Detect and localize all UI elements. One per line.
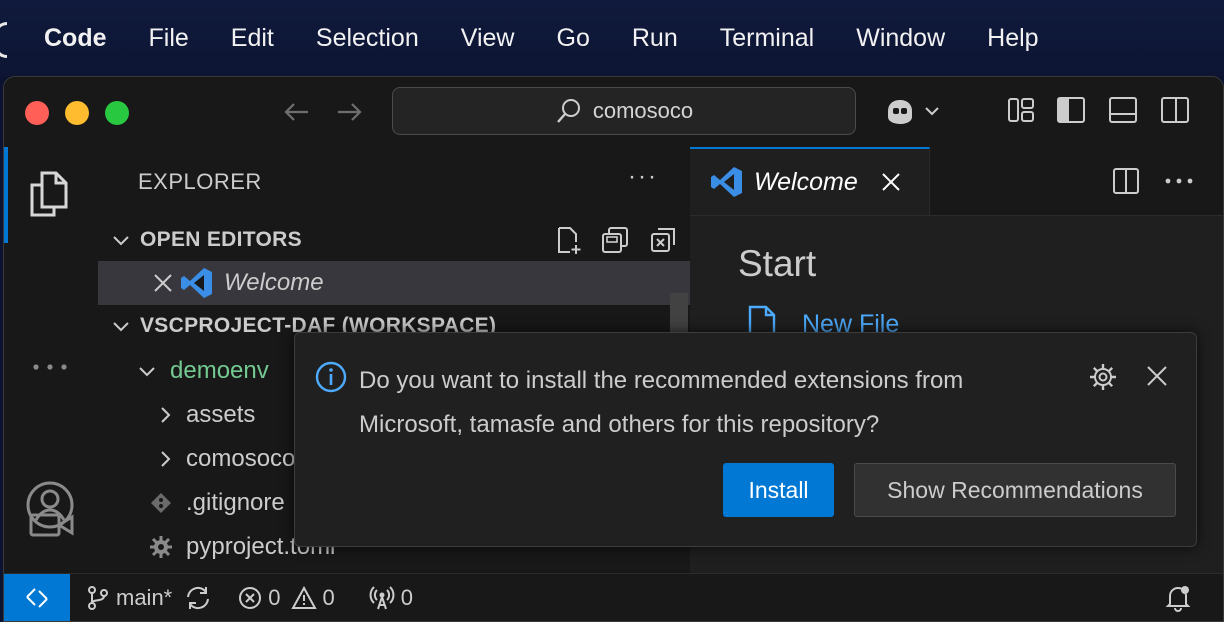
chevron-down-icon <box>113 236 129 246</box>
status-bar: main* 0 0 0 <box>4 573 1223 621</box>
split-editor-icon[interactable] <box>1112 167 1140 195</box>
gear-icon[interactable] <box>1088 362 1118 392</box>
customize-layout-icon[interactable] <box>1006 95 1036 125</box>
ports-status[interactable]: 0 <box>369 585 413 611</box>
git-file-icon <box>151 493 171 513</box>
editor-tab-bar: Welcome <box>690 147 1223 216</box>
folder-label: comosoco <box>186 445 296 472</box>
open-editor-item-welcome[interactable]: Welcome <box>98 261 690 305</box>
chevron-right-icon <box>161 451 171 467</box>
toggle-secondary-sidebar-icon[interactable] <box>1160 95 1190 125</box>
menu-go[interactable]: Go <box>557 24 590 53</box>
explorer-files-icon[interactable] <box>24 167 76 223</box>
more-views-icon[interactable] <box>24 347 76 387</box>
menu-edit[interactable]: Edit <box>231 24 274 53</box>
menu-terminal[interactable]: Terminal <box>720 24 814 53</box>
zoom-window-button[interactable] <box>105 101 129 125</box>
warning-icon <box>290 586 317 609</box>
ports-count: 0 <box>400 585 413 610</box>
error-count: 0 <box>268 585 281 610</box>
menu-window[interactable]: Window <box>856 24 945 53</box>
open-editors-label: OPEN EDITORS <box>140 228 302 251</box>
extension-recommendation-notification: Do you want to install the recommended e… <box>294 332 1197 547</box>
menu-file[interactable]: File <box>149 24 189 53</box>
forward-arrow-icon[interactable] <box>332 95 366 129</box>
active-view-indicator <box>4 147 8 243</box>
menu-view[interactable]: View <box>461 24 515 53</box>
copilot-icon[interactable] <box>882 97 946 127</box>
vscode-logo-icon <box>181 268 212 298</box>
sync-icon[interactable] <box>184 585 212 611</box>
info-icon <box>315 361 347 393</box>
close-icon[interactable] <box>1145 364 1169 388</box>
menu-run[interactable]: Run <box>632 24 678 53</box>
chevron-right-icon <box>161 407 171 423</box>
git-branch-icon <box>88 586 108 610</box>
explorer-title: EXPLORER <box>138 169 262 194</box>
file-label: .gitignore <box>186 489 285 516</box>
toggle-primary-sidebar-icon[interactable] <box>1056 95 1086 125</box>
problems-status[interactable]: 0 0 <box>238 585 335 611</box>
open-editor-label: Welcome <box>224 269 324 296</box>
toggle-panel-icon[interactable] <box>1108 95 1138 125</box>
back-arrow-icon[interactable] <box>280 95 314 129</box>
new-untitled-file-icon[interactable] <box>554 225 584 255</box>
folder-label: assets <box>186 401 256 428</box>
install-button[interactable]: Install <box>723 463 834 517</box>
save-all-icon[interactable] <box>600 225 630 255</box>
title-bar: comosoco <box>4 77 1223 148</box>
remote-icon <box>26 588 48 608</box>
remote-indicator-button[interactable] <box>4 574 70 621</box>
folder-label: demoenv <box>170 357 269 384</box>
close-icon[interactable] <box>152 272 174 294</box>
notification-message-line-2: Microsoft, tamasfe and others for this r… <box>359 411 880 438</box>
menu-selection[interactable]: Selection <box>316 24 419 53</box>
menu-app-code[interactable]: Code <box>44 24 107 53</box>
git-branch-status[interactable]: main* <box>86 585 172 611</box>
explorer-more-actions-button[interactable]: ··· <box>628 163 658 191</box>
close-all-editors-icon[interactable] <box>648 225 678 255</box>
apple-menu-icon[interactable] <box>0 22 7 58</box>
command-center-text: comosoco <box>592 98 694 123</box>
gear-icon <box>150 536 172 558</box>
command-center-search[interactable]: comosoco <box>392 87 856 135</box>
tab-label: Welcome <box>754 167 858 196</box>
minimize-window-button[interactable] <box>65 101 89 125</box>
welcome-start-heading: Start <box>738 243 817 284</box>
notification-message: Do you want to install the recommended e… <box>359 359 1079 447</box>
tab-welcome[interactable]: Welcome <box>690 147 930 215</box>
vscode-logo-icon <box>711 167 742 197</box>
close-icon[interactable] <box>880 171 902 193</box>
macos-menu-bar: Code File Edit Selection View Go Run Ter… <box>0 0 1224 76</box>
chevron-down-icon <box>113 322 129 332</box>
error-icon <box>239 587 262 609</box>
broadcast-icon <box>369 586 395 610</box>
warning-count: 0 <box>322 585 335 610</box>
close-window-button[interactable] <box>25 101 49 125</box>
menu-help[interactable]: Help <box>987 24 1038 53</box>
show-recommendations-button[interactable]: Show Recommendations <box>854 463 1176 517</box>
search-icon <box>556 99 580 123</box>
chevron-down-icon <box>139 367 155 377</box>
notifications-bell-icon[interactable] <box>1164 584 1192 612</box>
branch-name: main* <box>116 585 173 610</box>
notification-message-line-1: Do you want to install the recommended e… <box>359 367 964 394</box>
editor-more-actions-icon[interactable] <box>1162 167 1196 195</box>
video-camera-icon[interactable] <box>28 509 76 541</box>
